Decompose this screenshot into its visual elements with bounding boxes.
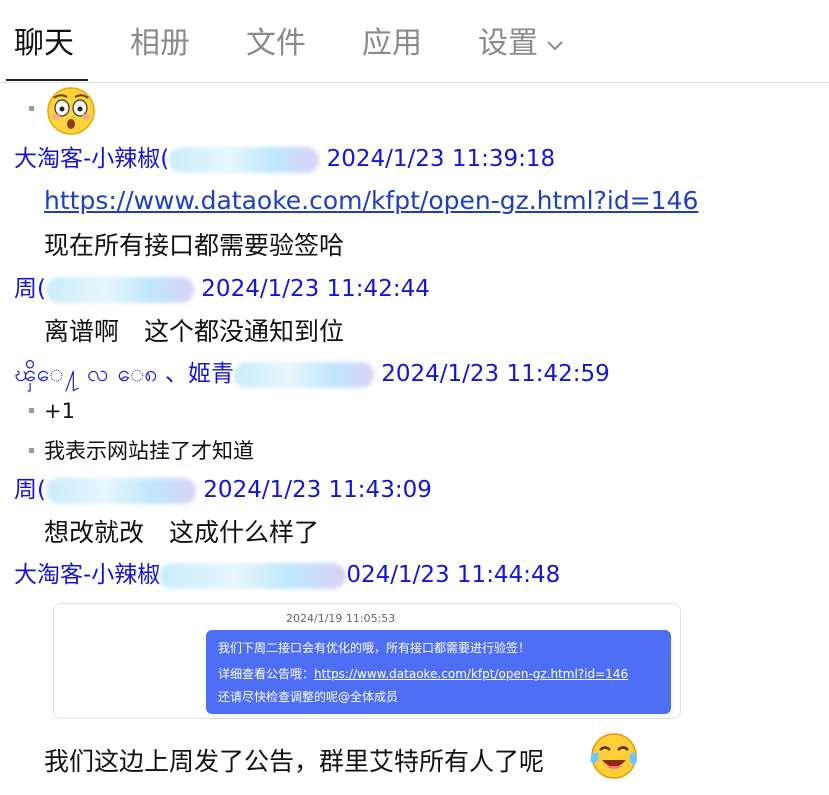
- tab-bar: 聊天 相册 文件 应用 设置: [0, 0, 829, 83]
- message-link[interactable]: https://www.dataoke.com/kfpt/open-gz.htm…: [44, 184, 698, 218]
- list-bullet: [29, 408, 34, 413]
- tab-apps[interactable]: 应用: [362, 24, 422, 64]
- message-text: 离谱啊 这个都没通知到位: [44, 317, 345, 346]
- message-text: 我表示网站挂了才知道: [44, 439, 254, 463]
- list-bullet: [29, 106, 34, 111]
- tab-settings[interactable]: 设置: [478, 24, 564, 64]
- announcement-line: 还请尽快检查调整的呢@全体成员: [218, 690, 399, 704]
- message-timestamp: 2024/1/23 11:42:44: [201, 276, 430, 302]
- tab-album[interactable]: 相册: [130, 24, 190, 64]
- list-bullet: [29, 448, 34, 453]
- tab-chat[interactable]: 聊天: [14, 24, 74, 64]
- card-timestamp: 2024/1/19 11:05:53: [286, 612, 396, 625]
- message-header: ၾိေ႔ လ ေ၈ 、姬青 2024/1/23 11:42:59: [14, 359, 610, 389]
- screenshot-image[interactable]: 2024/1/19 11:05:53 我们下周二接口会有优化的哦，所有接口都需要…: [53, 603, 681, 719]
- active-tab-indicator: [6, 79, 88, 81]
- redacted-blur: [45, 477, 196, 504]
- message-text: +1: [44, 399, 75, 423]
- announcement-link: https://www.dataoke.com/kfpt/open-gz.htm…: [314, 667, 629, 681]
- crying-laughing-face-icon: [590, 733, 637, 779]
- message-header: 大淘客-小辣椒( 2024/1/23 11:39:18: [14, 144, 555, 174]
- announcement-line: 我们下周二接口会有优化的哦，所有接口都需要进行验签！: [218, 641, 531, 655]
- message-header: 周( 2024/1/23 11:42:44: [14, 274, 430, 304]
- message-timestamp: 2024/1/23 11:39:18: [326, 146, 556, 172]
- sender-name[interactable]: 周(: [14, 477, 46, 503]
- redacted-blur: [45, 276, 194, 303]
- redacted-blur: [160, 562, 347, 589]
- announcement-line: 详细查看公告哦：https://www.dataoke.com/kfpt/ope…: [218, 665, 628, 682]
- message-timestamp: 2024/1/23 11:43:09: [203, 477, 432, 503]
- sender-name[interactable]: 周(: [14, 276, 46, 302]
- redacted-blur: [169, 146, 320, 173]
- message-text: 我们这边上周发了公告，群里艾特所有人了呢: [44, 747, 545, 776]
- tab-files[interactable]: 文件: [246, 24, 306, 64]
- tab-settings-label: 设置: [478, 26, 538, 61]
- sender-name[interactable]: 大淘客-小辣椒(: [14, 146, 169, 172]
- announcement-bubble: 我们下周二接口会有优化的哦，所有接口都需要进行验签！ 详细查看公告哦：https…: [206, 630, 671, 714]
- message-timestamp: 024/1/23 11:44:48: [346, 562, 561, 588]
- sender-name[interactable]: 大淘客-小辣椒: [14, 562, 160, 588]
- surprised-face-icon: [47, 87, 95, 135]
- chevron-down-icon: [547, 40, 563, 50]
- sender-name[interactable]: ၾိေ႔ လ ေ၈ 、姬青: [14, 361, 234, 387]
- redacted-blur: [233, 361, 374, 388]
- message-timestamp: 2024/1/23 11:42:59: [381, 361, 610, 387]
- message-header: 周( 2024/1/23 11:43:09: [14, 475, 432, 505]
- message-text: 现在所有接口都需要验签哈: [44, 231, 345, 260]
- message-header: 大淘客-小辣椒 024/1/23 11:44:48: [14, 560, 560, 590]
- announcement-prefix: 详细查看公告哦：: [218, 667, 315, 681]
- message-text: 想改就改 这成什么样了: [44, 518, 320, 547]
